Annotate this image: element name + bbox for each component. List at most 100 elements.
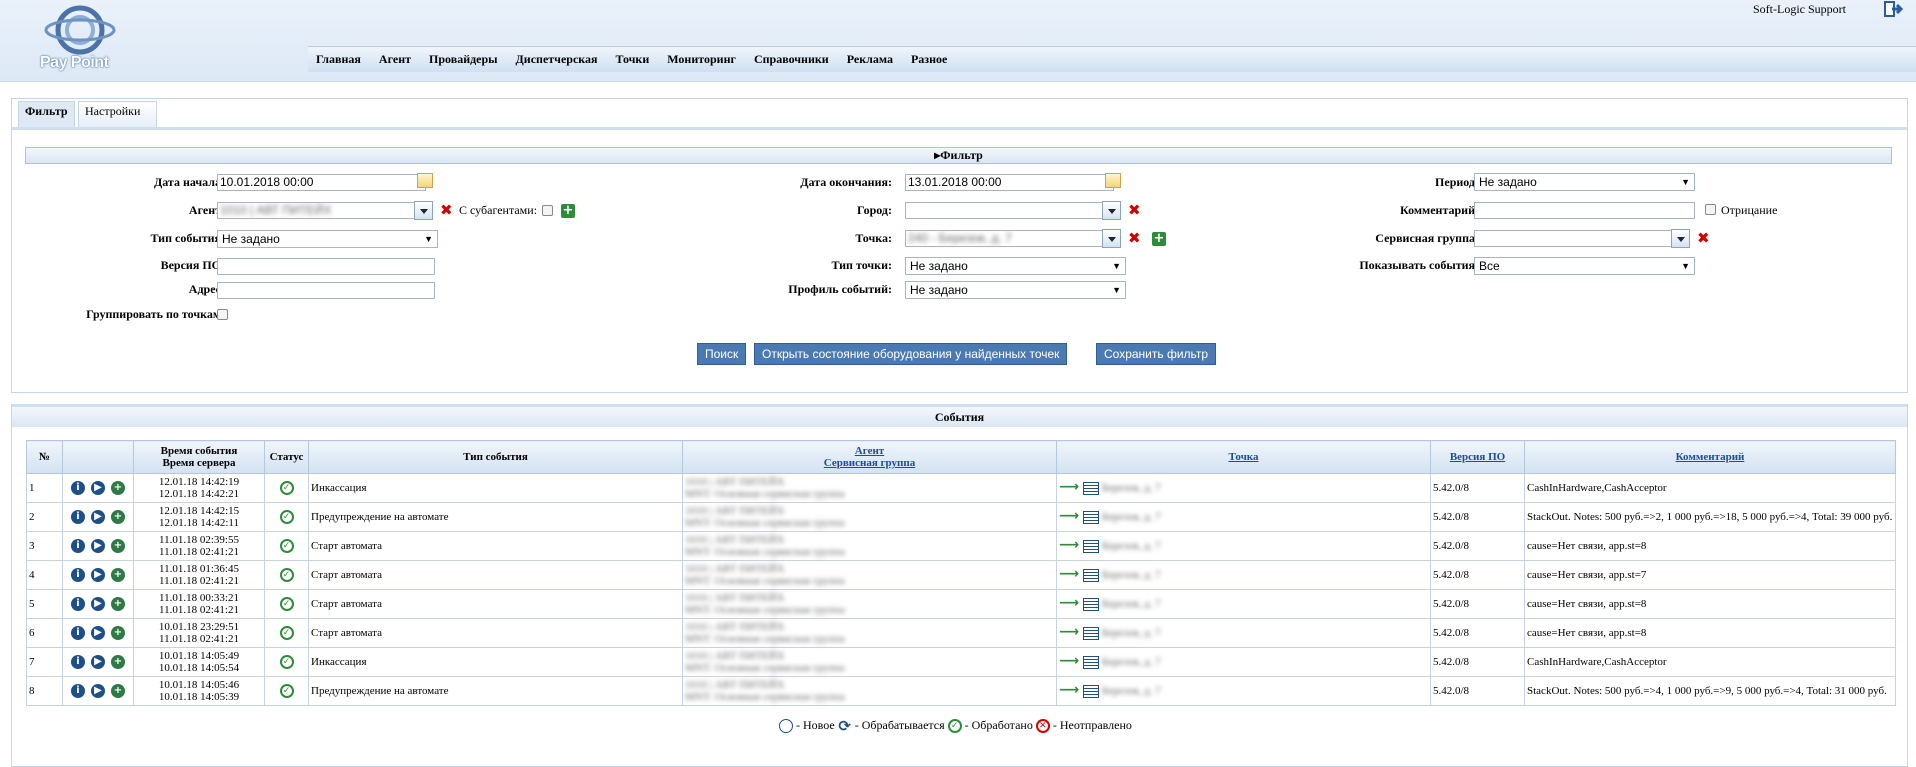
info-icon[interactable]: i — [71, 684, 85, 698]
table-row[interactable]: 8 i ▶ +10.01.18 14:05:46 10.01.18 14:05:39 ✓ П… — [26, 676, 1896, 706]
arrow-right-icon[interactable]: ⟶ — [1059, 566, 1079, 582]
play-icon[interactable]: ▶ — [91, 655, 105, 669]
add-point-icon[interactable]: + — [1152, 232, 1166, 246]
arrow-right-icon[interactable]: ⟶ — [1059, 508, 1079, 524]
info-icon[interactable]: i — [71, 597, 85, 611]
list-icon[interactable] — [1083, 655, 1100, 669]
save-filter-button[interactable]: Сохранить фильтр — [1096, 343, 1217, 365]
event-type-select[interactable]: Не задано ▼ — [217, 230, 438, 248]
play-icon[interactable]: ▶ — [91, 597, 105, 611]
col-version[interactable]: Версия ПО — [1430, 440, 1525, 474]
tab-settings[interactable]: Настройки — [78, 101, 157, 129]
add-icon[interactable]: + — [111, 626, 125, 640]
info-icon[interactable]: i — [71, 568, 85, 582]
negation-checkbox[interactable] — [1705, 204, 1716, 215]
search-button[interactable]: Поиск — [697, 343, 747, 365]
tab-filter[interactable]: Фильтр — [18, 101, 75, 129]
col-version-link[interactable]: Версия ПО — [1450, 451, 1505, 463]
col-service-group-link[interactable]: Сервисная группа — [824, 457, 915, 469]
table-row[interactable]: 3 i ▶ +11.01.18 02:39:55 11.01.18 02:41:21 ✓ С… — [26, 531, 1896, 561]
info-icon[interactable]: i — [71, 510, 85, 524]
group-by-points-checkbox[interactable] — [217, 309, 228, 320]
address-input[interactable] — [217, 282, 435, 299]
arrow-right-icon[interactable]: ⟶ — [1059, 653, 1079, 669]
menu-item-agent[interactable]: Агент — [379, 52, 411, 67]
menu-item-ads[interactable]: Реклама — [847, 52, 893, 67]
table-row[interactable]: 7 i ▶ +10.01.18 14:05:49 10.01.18 14:05:54 ✓ И… — [26, 647, 1896, 677]
period-select[interactable]: Не задано ▼ — [1474, 173, 1695, 191]
clear-point-icon[interactable]: ✖ — [1128, 231, 1141, 246]
agent-input[interactable]: 1010 | АВТ ПИТЕЙХ — [217, 202, 426, 219]
table-row[interactable]: 2 i ▶ +12.01.18 14:42:15 12.01.18 14:42:11 ✓ П… — [26, 502, 1896, 532]
service-group-dropdown-button[interactable] — [1671, 229, 1690, 248]
col-point-link[interactable]: Точка — [1229, 451, 1259, 463]
show-events-select[interactable]: Все ▼ — [1474, 257, 1695, 275]
arrow-right-icon[interactable]: ⟶ — [1059, 537, 1079, 553]
point-input[interactable]: 240 - Березов, д. 7 — [905, 230, 1114, 247]
clear-agent-icon[interactable]: ✖ — [440, 203, 453, 218]
info-icon[interactable]: i — [71, 626, 85, 640]
point-dropdown-button[interactable] — [1102, 229, 1121, 248]
clear-city-icon[interactable]: ✖ — [1128, 203, 1141, 218]
info-icon[interactable]: i — [71, 539, 85, 553]
event-profile-select[interactable]: Не задано ▼ — [905, 281, 1126, 299]
menu-item-misc[interactable]: Разное — [911, 52, 947, 67]
clear-service-group-icon[interactable]: ✖ — [1697, 231, 1710, 246]
list-icon[interactable] — [1083, 684, 1100, 698]
col-point[interactable]: Точка — [1056, 440, 1431, 474]
point-type-select[interactable]: Не задано ▼ — [905, 257, 1126, 275]
arrow-right-icon[interactable]: ⟶ — [1059, 479, 1079, 495]
calendar-icon[interactable] — [1105, 173, 1121, 188]
info-icon[interactable]: i — [71, 655, 85, 669]
comment-input[interactable] — [1474, 202, 1695, 219]
add-icon[interactable]: + — [111, 510, 125, 524]
menu-item-references[interactable]: Справочники — [754, 52, 829, 67]
user-name[interactable]: Soft-Logic Support — [1753, 2, 1846, 17]
play-icon[interactable]: ▶ — [91, 626, 105, 640]
filter-toggle[interactable]: ▸Фильтр — [25, 147, 1892, 164]
menu-item-providers[interactable]: Провайдеры — [429, 52, 498, 67]
version-input[interactable] — [217, 258, 435, 275]
list-icon[interactable] — [1083, 539, 1100, 553]
add-icon[interactable]: + — [111, 597, 125, 611]
col-comment[interactable]: Комментарий — [1524, 440, 1896, 474]
menu-item-dispatch[interactable]: Диспетчерская — [516, 52, 598, 67]
agent-dropdown-button[interactable] — [414, 201, 433, 220]
add-icon[interactable]: + — [111, 539, 125, 553]
city-input[interactable] — [905, 202, 1114, 219]
info-icon[interactable]: i — [71, 481, 85, 495]
add-icon[interactable]: + — [111, 568, 125, 582]
table-row[interactable]: 4 i ▶ +11.01.18 01:36:45 11.01.18 02:41:21 ✓ С… — [26, 560, 1896, 590]
add-icon[interactable]: + — [111, 684, 125, 698]
col-agent[interactable]: Агент Сервисная группа — [682, 440, 1057, 474]
list-icon[interactable] — [1083, 597, 1100, 611]
service-group-input[interactable] — [1474, 230, 1683, 247]
logout-icon[interactable] — [1884, 0, 1904, 18]
play-icon[interactable]: ▶ — [91, 568, 105, 582]
arrow-right-icon[interactable]: ⟶ — [1059, 595, 1079, 611]
table-row[interactable]: 1 i ▶ +12.01.18 14:42:19 12.01.18 14:42:21 ✓ И… — [26, 473, 1896, 503]
city-dropdown-button[interactable] — [1102, 201, 1121, 220]
calendar-icon[interactable] — [417, 173, 433, 188]
table-row[interactable]: 5 i ▶ +11.01.18 00:33:21 11.01.18 02:41:21 ✓ С… — [26, 589, 1896, 619]
add-icon[interactable]: + — [111, 481, 125, 495]
menu-item-monitoring[interactable]: Мониторинг — [667, 52, 736, 67]
col-agent-link[interactable]: Агент — [855, 445, 884, 457]
play-icon[interactable]: ▶ — [91, 684, 105, 698]
arrow-right-icon[interactable]: ⟶ — [1059, 624, 1079, 640]
arrow-right-icon[interactable]: ⟶ — [1059, 682, 1079, 698]
subagents-checkbox[interactable] — [542, 205, 553, 216]
col-comment-link[interactable]: Комментарий — [1676, 451, 1745, 463]
play-icon[interactable]: ▶ — [91, 510, 105, 524]
date-start-input[interactable]: 10.01.2018 00:00 — [217, 174, 426, 191]
date-end-input[interactable]: 13.01.2018 00:00 — [905, 174, 1114, 191]
play-icon[interactable]: ▶ — [91, 481, 105, 495]
menu-item-points[interactable]: Точки — [616, 52, 650, 67]
play-icon[interactable]: ▶ — [91, 539, 105, 553]
menu-item-main[interactable]: Главная — [316, 52, 361, 67]
add-icon[interactable]: + — [111, 655, 125, 669]
table-row[interactable]: 6 i ▶ +10.01.18 23:29:51 11.01.18 02:41:21 ✓ С… — [26, 618, 1896, 648]
list-icon[interactable] — [1083, 510, 1100, 524]
open-equipment-state-button[interactable]: Открыть состояние оборудования у найденн… — [754, 343, 1068, 365]
list-icon[interactable] — [1083, 481, 1100, 495]
